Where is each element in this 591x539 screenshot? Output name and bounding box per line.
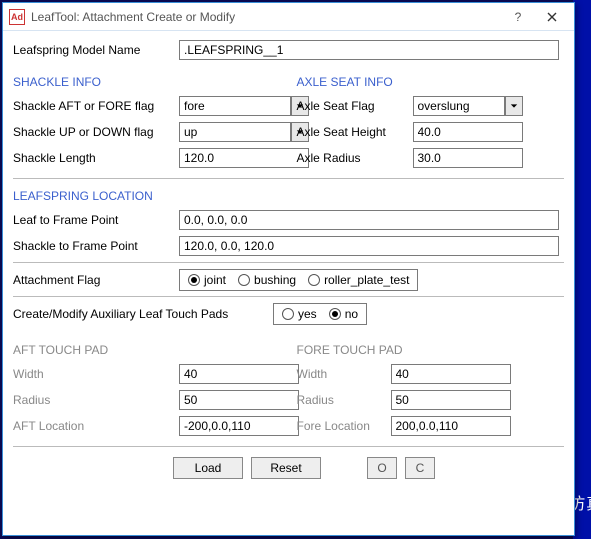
radio-label: bushing	[254, 273, 296, 287]
fore-touchpad-title: FORE TOUCH PAD	[297, 343, 565, 357]
attachment-flag-label: Attachment Flag	[13, 273, 179, 287]
radio-label: joint	[204, 273, 226, 287]
leafspring-location-title: LEAFSPRING LOCATION	[13, 189, 564, 203]
touchpads-option-yes[interactable]: yes	[282, 307, 317, 321]
aft-width-label: Width	[13, 367, 179, 381]
touchpads-option-no[interactable]: no	[329, 307, 358, 321]
axle-radius-label: Axle Radius	[297, 151, 413, 165]
load-button[interactable]: Load	[173, 457, 243, 479]
shackle-to-frame-label: Shackle to Frame Point	[13, 239, 179, 253]
axle-seat-flag-value[interactable]	[413, 96, 505, 116]
help-button[interactable]: ?	[504, 7, 532, 27]
fore-location-input	[391, 416, 511, 436]
attachment-option-roller-plate-test[interactable]: roller_plate_test	[308, 273, 409, 287]
dialog-window: Ad LeafTool: Attachment Create or Modify…	[2, 2, 575, 536]
divider	[13, 262, 564, 263]
aft-radius-input	[179, 390, 299, 410]
radio-icon	[329, 308, 341, 320]
axle-radius-input[interactable]	[413, 148, 523, 168]
axle-seat-height-label: Axle Seat Height	[297, 125, 413, 139]
shackle-up-down-value[interactable]	[179, 122, 291, 142]
model-name-input[interactable]	[179, 40, 559, 60]
radio-icon	[238, 274, 250, 286]
chevron-down-icon[interactable]	[505, 96, 523, 116]
aft-location-label: AFT Location	[13, 419, 179, 433]
client-area: Leafspring Model Name SHACKLE INFO Shack…	[3, 31, 574, 489]
close-button[interactable]	[532, 7, 572, 27]
titlebar: Ad LeafTool: Attachment Create or Modify…	[3, 3, 574, 31]
radio-icon	[308, 274, 320, 286]
create-touchpads-label: Create/Modify Auxiliary Leaf Touch Pads	[13, 307, 273, 321]
cancel-button[interactable]: C	[405, 457, 435, 479]
shackle-length-label: Shackle Length	[13, 151, 179, 165]
aft-location-input	[179, 416, 299, 436]
fore-location-label: Fore Location	[297, 419, 391, 433]
aft-touchpad-title: AFT TOUCH PAD	[13, 343, 289, 357]
fore-width-label: Width	[297, 367, 391, 381]
fore-radius-input	[391, 390, 511, 410]
aft-width-input	[179, 364, 299, 384]
fore-width-input	[391, 364, 511, 384]
radio-icon	[282, 308, 294, 320]
fore-radius-label: Radius	[297, 393, 391, 407]
ok-button[interactable]: O	[367, 457, 397, 479]
axle-seat-height-input[interactable]	[413, 122, 523, 142]
divider	[13, 446, 564, 447]
reset-button[interactable]: Reset	[251, 457, 321, 479]
shackle-up-down-dropdown[interactable]	[179, 122, 309, 142]
shackle-aft-fore-value[interactable]	[179, 96, 291, 116]
shackle-info-title: SHACKLE INFO	[13, 75, 289, 89]
attachment-option-bushing[interactable]: bushing	[238, 273, 296, 287]
shackle-to-frame-input	[179, 236, 559, 256]
axle-seat-flag-label: Axle Seat Flag	[297, 99, 413, 113]
leaf-to-frame-input	[179, 210, 559, 230]
shackle-aft-fore-label: Shackle AFT or FORE flag	[13, 99, 179, 113]
app-icon: Ad	[9, 9, 25, 25]
window-title: LeafTool: Attachment Create or Modify	[31, 10, 235, 24]
model-name-label: Leafspring Model Name	[13, 43, 179, 57]
axle-seat-info-title: AXLE SEAT INFO	[297, 75, 565, 89]
divider	[13, 178, 564, 179]
leaf-to-frame-label: Leaf to Frame Point	[13, 213, 179, 227]
aft-radius-label: Radius	[13, 393, 179, 407]
button-bar: Load Reset O C	[13, 457, 564, 479]
shackle-up-down-label: Shackle UP or DOWN flag	[13, 125, 179, 139]
background-stripe	[573, 0, 591, 539]
radio-label: roller_plate_test	[324, 273, 409, 287]
attachment-flag-radio-group: joint bushing roller_plate_test	[179, 269, 418, 291]
radio-icon	[188, 274, 200, 286]
radio-label: yes	[298, 307, 317, 321]
divider	[13, 296, 564, 297]
radio-label: no	[345, 307, 358, 321]
axle-seat-flag-dropdown[interactable]	[413, 96, 523, 116]
shackle-length-input[interactable]	[179, 148, 309, 168]
attachment-option-joint[interactable]: joint	[188, 273, 226, 287]
create-touchpads-radio-group: yes no	[273, 303, 367, 325]
shackle-aft-fore-dropdown[interactable]	[179, 96, 309, 116]
